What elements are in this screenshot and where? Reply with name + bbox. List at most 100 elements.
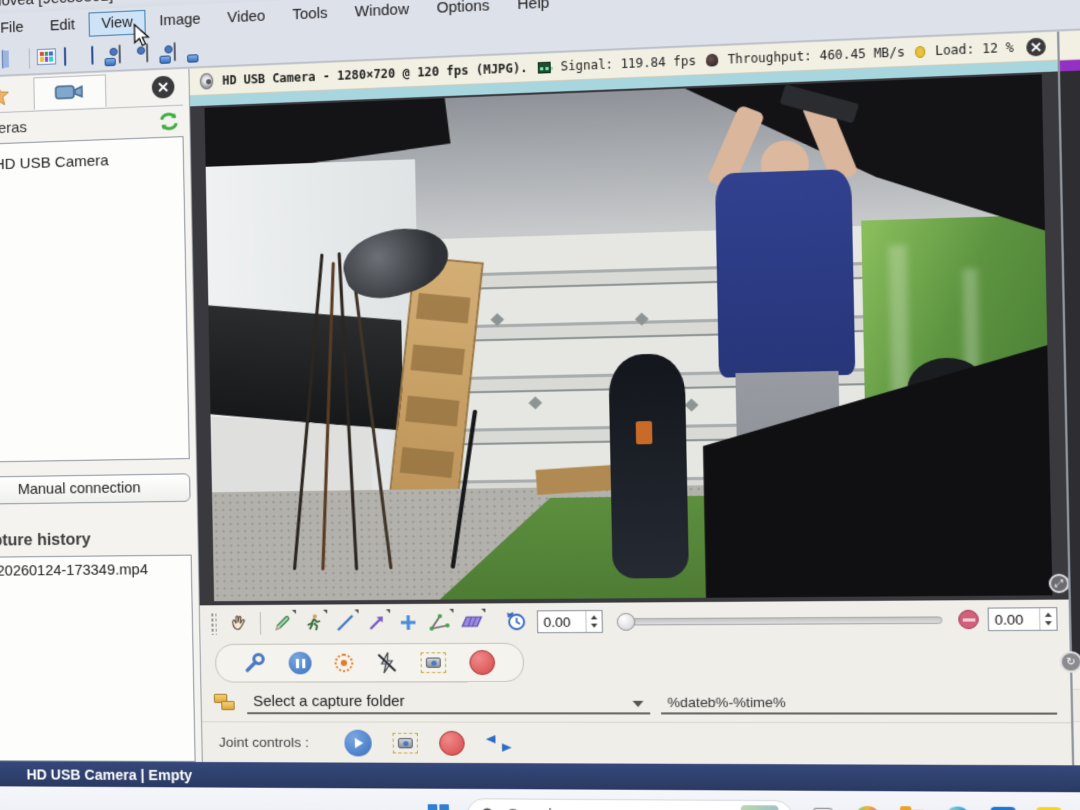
status-text: HD USB Camera | Empty (26, 766, 192, 783)
load-label: Load: 12 % (935, 40, 1014, 58)
arrow-tool-icon[interactable] (363, 609, 391, 636)
menu-image[interactable]: Image (147, 7, 213, 34)
star-icon (0, 82, 11, 107)
signal-label: Signal: 119.84 fps (561, 53, 697, 73)
task-view-icon[interactable] (808, 803, 838, 810)
joint-controls-label: Joint controls : (219, 735, 309, 751)
flash-off-icon[interactable] (376, 651, 397, 674)
load-icon (915, 45, 925, 57)
taskbar-search[interactable]: Search (467, 798, 794, 810)
output-row: Select a capture folder %dateb%-%time% (201, 683, 1071, 722)
camera-live-view[interactable] (205, 74, 1053, 601)
joint-snapshot-icon[interactable] (393, 732, 419, 753)
menu-window[interactable]: Window (342, 0, 422, 25)
delay-spinbox[interactable]: 0.00 (537, 610, 603, 633)
second-output-row: Select a capture folder (1073, 722, 1080, 766)
copilot-icon[interactable] (853, 804, 883, 810)
signal-icon (537, 61, 551, 73)
slider-thumb[interactable] (617, 612, 636, 630)
one-playback-screen-icon[interactable] (64, 47, 85, 66)
pencil-tool-icon[interactable] (269, 610, 296, 637)
u-app-icon[interactable]: U (1034, 805, 1064, 810)
capture-folder-value: Select a capture folder (253, 694, 405, 710)
angle-tool-icon[interactable] (426, 609, 454, 636)
toolbar-separator (29, 48, 30, 68)
thumbnails-icon[interactable] (37, 48, 57, 67)
two-playback-screens-icon[interactable] (91, 45, 112, 64)
video-zone: ⤢ (190, 71, 1068, 605)
main-area: Cameras HD USB Camera Manual connection … (0, 25, 1080, 766)
camera-list-item[interactable]: HD USB Camera (0, 145, 179, 178)
history-item-name: 20260124-173349.mp4 (0, 562, 148, 580)
second-capture-controls (1073, 690, 1080, 723)
microsoft-store-icon[interactable] (988, 805, 1018, 810)
delay-controls: 0.00 0.00 (505, 607, 1058, 633)
record-button[interactable] (469, 650, 495, 675)
menu-options[interactable]: Options (424, 0, 503, 22)
history-item[interactable]: 20260124-173349.mp4 (0, 562, 187, 580)
close-capture-icon[interactable] (1026, 37, 1046, 56)
capture-folder-combo[interactable]: Select a capture folder (247, 691, 650, 714)
scene-golf-bag (609, 353, 689, 578)
line-tool-icon[interactable] (331, 609, 359, 636)
chevron-down-icon (633, 701, 644, 707)
capture-controls (215, 643, 524, 683)
refresh-icon[interactable] (159, 112, 180, 131)
pause-camera-icon[interactable] (288, 652, 311, 675)
configure-camera-icon[interactable] (243, 652, 266, 675)
playback-capture-mixed-icon[interactable] (174, 42, 195, 61)
human-model-tool-icon[interactable] (300, 610, 328, 637)
sidebar: Cameras HD USB Camera Manual connection … (0, 69, 203, 762)
camcorder-icon (54, 81, 85, 102)
joint-record-button[interactable] (439, 730, 465, 755)
capture-folders-icon[interactable] (214, 694, 237, 712)
image-options-button[interactable]: ⤢ (1049, 574, 1069, 594)
hand-tool-icon[interactable] (225, 610, 252, 637)
joint-controls-row: Joint controls : (202, 721, 1072, 765)
delay-limit-value: 0.00 (989, 611, 1040, 627)
joint-play-icon[interactable] (344, 729, 372, 756)
mouse-cursor (133, 23, 151, 48)
tab-favorites[interactable] (0, 77, 34, 112)
delay-slider[interactable] (618, 616, 943, 625)
windows-start-icon[interactable] (424, 801, 452, 810)
tab-cameras[interactable] (33, 74, 106, 109)
menu-help[interactable]: Help (504, 0, 562, 18)
manual-connection-button[interactable]: Manual connection (0, 473, 191, 504)
file-explorer-icon[interactable] (898, 804, 928, 810)
capture-history-list: 20260124-173349.mp4 (0, 555, 196, 762)
scene-wood-block (535, 464, 620, 495)
second-screen-header (1059, 26, 1080, 61)
menu-tools[interactable]: Tools (280, 1, 341, 28)
capture-history-header: Capture history (0, 530, 192, 551)
menu-file[interactable]: File (0, 15, 36, 41)
delay-limit-icon (958, 610, 979, 629)
webcam-icon (200, 73, 213, 90)
throughput-icon (706, 54, 718, 67)
filename-input[interactable]: %dateb%-%time% (661, 692, 1057, 715)
delay-clock-icon (505, 610, 529, 633)
spin-arrows[interactable] (1039, 608, 1057, 630)
monitor: Kinovea [9ec85301] File Edit View Image … (0, 0, 1080, 810)
delay-limit-spinbox[interactable]: 0.00 (988, 607, 1058, 631)
menu-edit[interactable]: Edit (37, 13, 87, 39)
spin-arrows[interactable] (585, 611, 602, 632)
toolbar-separator (260, 612, 261, 634)
screen: Kinovea [9ec85301] File Edit View Image … (0, 0, 1080, 810)
camera-name: HD USB Camera (0, 152, 109, 173)
grip-handle[interactable] (210, 612, 217, 634)
marker-tool-icon[interactable] (394, 609, 422, 636)
edge-icon[interactable] (943, 804, 973, 810)
trigger-arm-icon[interactable] (334, 654, 353, 673)
nav-expand-icon[interactable]: ↻ (1059, 651, 1080, 673)
menu-video[interactable]: Video (215, 4, 278, 31)
sidebar-close-icon[interactable] (152, 76, 175, 99)
snapshot-icon[interactable] (420, 652, 446, 673)
delay-value: 0.00 (538, 614, 586, 630)
weather-widget-icon (741, 805, 779, 810)
perspective-grid-tool-icon[interactable] (458, 609, 486, 636)
capture-controls-row (201, 638, 1071, 684)
swap-screens-icon[interactable] (486, 735, 512, 752)
cameras-header-label: Cameras (0, 118, 27, 137)
explorer-panel-icon[interactable] (2, 49, 22, 68)
